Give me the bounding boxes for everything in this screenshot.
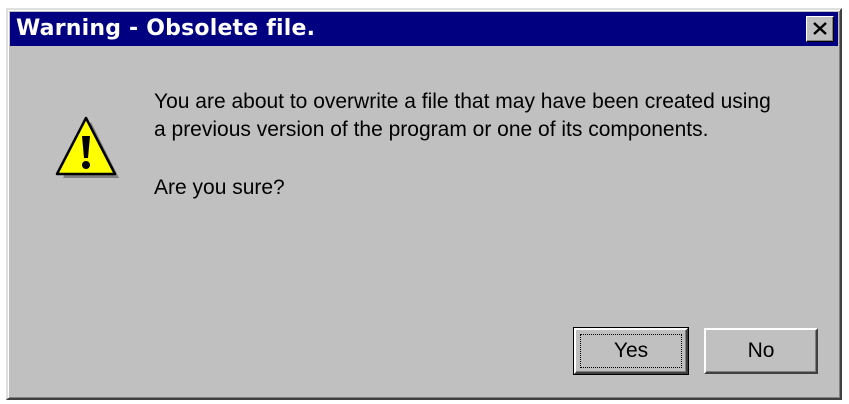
window-title: Warning - Obsolete file. bbox=[16, 16, 316, 41]
close-button[interactable] bbox=[806, 16, 834, 42]
warning-dialog: Warning - Obsolete file. You are about t… bbox=[6, 8, 842, 400]
message-line: a previous version of the program or one… bbox=[154, 118, 709, 141]
message-line: You are about to overwrite a file that m… bbox=[154, 90, 771, 113]
confirmation-question: Are you sure? bbox=[154, 176, 285, 199]
no-button[interactable]: No bbox=[704, 328, 818, 374]
title-bar[interactable]: Warning - Obsolete file. bbox=[10, 12, 838, 46]
yes-button-label: Yes bbox=[613, 339, 649, 362]
warning-icon bbox=[55, 116, 119, 178]
no-button-label: No bbox=[747, 339, 775, 362]
yes-button[interactable]: Yes bbox=[573, 327, 689, 375]
close-icon bbox=[813, 22, 827, 35]
warning-message: You are about to overwrite a file that m… bbox=[154, 88, 771, 144]
